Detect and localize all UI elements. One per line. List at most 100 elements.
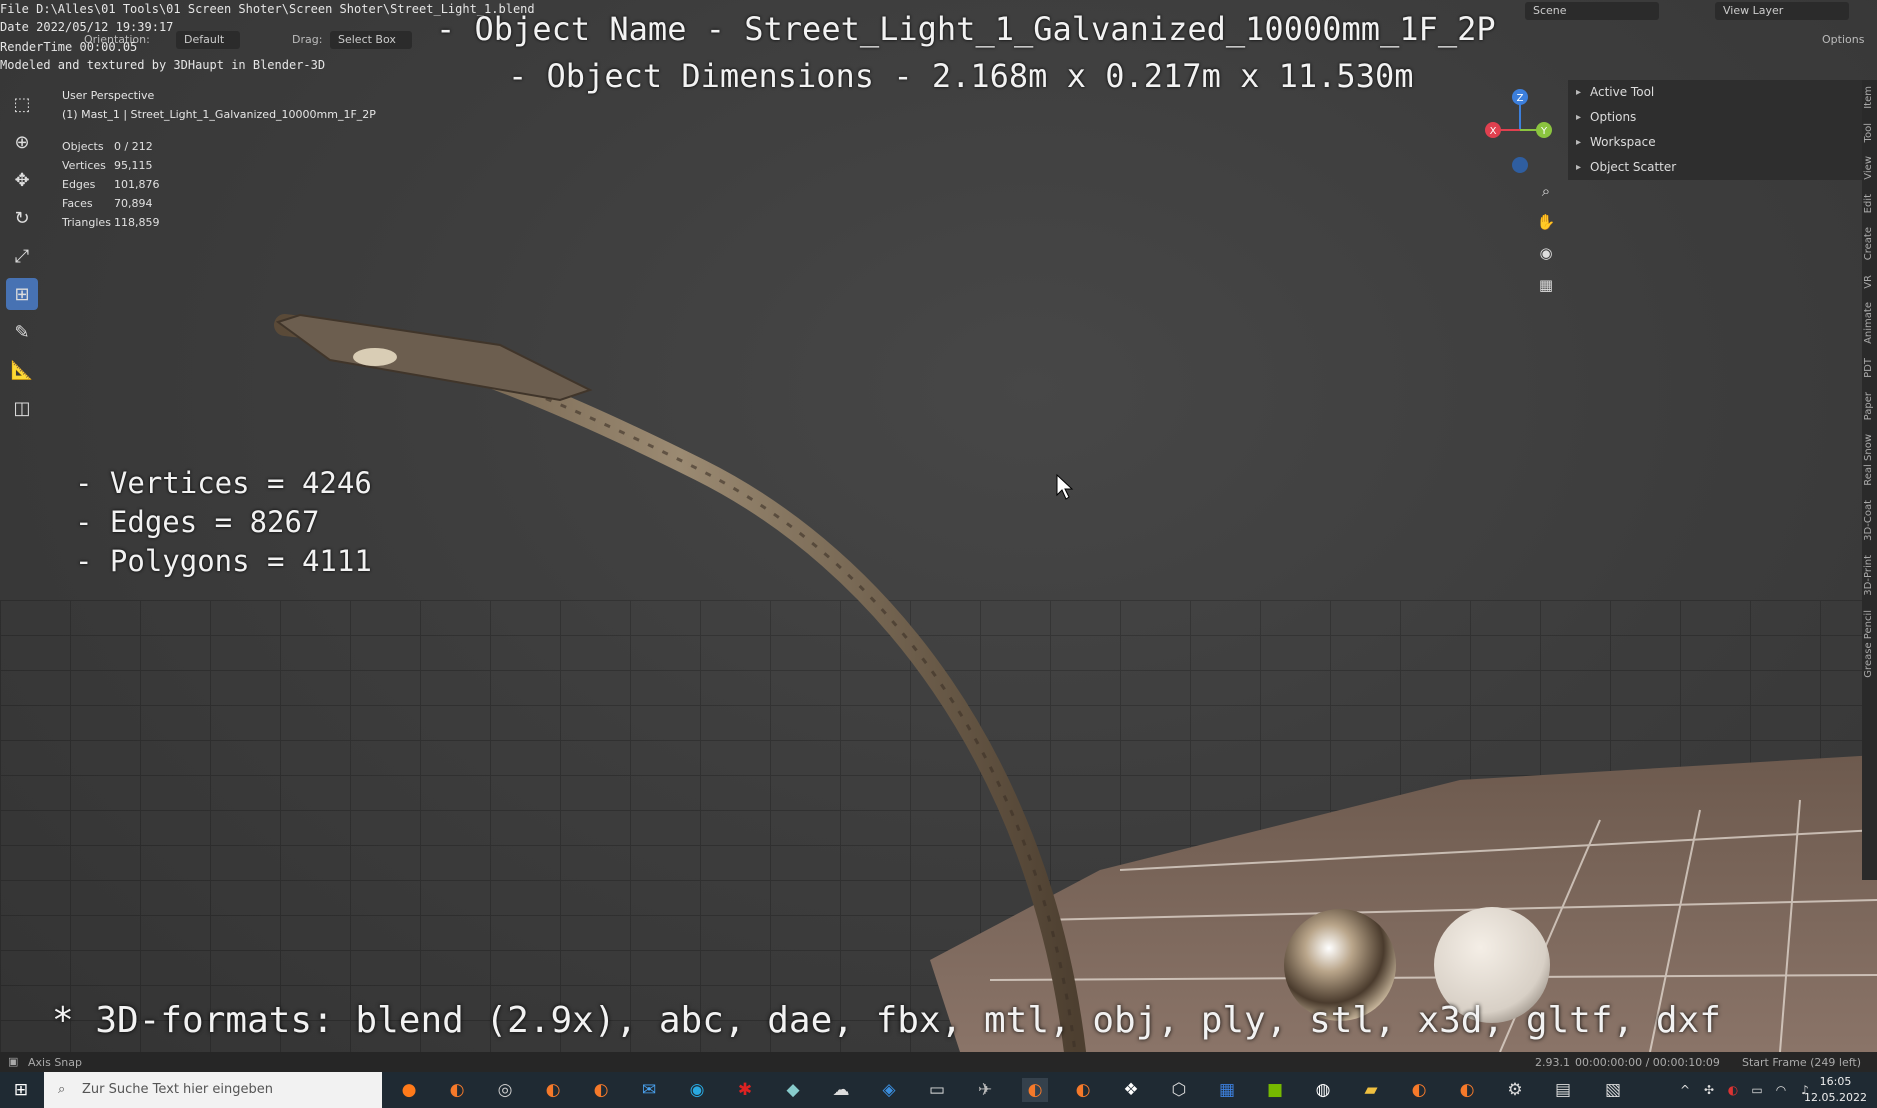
drag-label: Drag: — [292, 33, 323, 46]
tray-chevron-icon[interactable]: ^ — [1672, 1078, 1698, 1102]
3d-viewport[interactable]: File D:\Alles\01 Tools\01 Screen Shoter\… — [0, 0, 1877, 1108]
vtab-vr[interactable]: VR — [1863, 275, 1874, 289]
navigation-gizmo[interactable]: Z X Y — [1475, 85, 1565, 185]
app-icon[interactable]: ✱ — [732, 1078, 758, 1102]
blender-icon[interactable]: ◐ — [588, 1078, 614, 1102]
vtab-3d-print[interactable]: 3D-Print — [1863, 555, 1874, 596]
tray-battery-icon[interactable]: ▭ — [1744, 1078, 1770, 1102]
tray-network-icon[interactable]: ✣ — [1696, 1078, 1722, 1102]
move-icon[interactable]: ✥ — [6, 164, 38, 196]
vtab-view[interactable]: View — [1863, 156, 1874, 180]
app-icon[interactable]: ✈ — [972, 1078, 998, 1102]
camera-icon[interactable]: ◉ — [1533, 240, 1559, 266]
stat-row: Objects 0 / 212 — [62, 140, 153, 153]
taskbar-search-box[interactable]: ⌕ Zur Suche Text hier eingeben — [44, 1072, 382, 1108]
zoom-icon[interactable]: ⌕ — [1533, 178, 1559, 204]
nvidia-icon[interactable]: ■ — [1262, 1078, 1288, 1102]
pan-hand-icon[interactable]: ✋ — [1533, 209, 1559, 235]
stat-row: Vertices 95,115 — [62, 159, 153, 172]
taskbar-clock[interactable]: 16:05 12.05.2022 — [1804, 1074, 1867, 1106]
blender-icon[interactable]: ◐ — [444, 1078, 470, 1102]
scale-icon[interactable]: ⤢ — [6, 240, 38, 272]
blender-icon[interactable]: ◐ — [1070, 1078, 1096, 1102]
add-cube-icon[interactable]: ◫ — [6, 392, 38, 424]
blender-icon[interactable]: ◐ — [1454, 1078, 1480, 1102]
mouse-cursor — [1056, 473, 1074, 500]
app-icon[interactable]: ▧ — [1600, 1078, 1626, 1102]
terminal-icon[interactable]: ▭ — [924, 1078, 950, 1102]
vtab-tool[interactable]: Tool — [1863, 123, 1874, 142]
ortho-grid-icon[interactable]: ▦ — [1533, 272, 1559, 298]
select-box-icon[interactable]: ⬚ — [6, 88, 38, 120]
tray-wifi-icon[interactable]: ◠ — [1768, 1078, 1794, 1102]
search-placeholder: Zur Suche Text hier eingeben — [82, 1082, 273, 1097]
calendar-icon[interactable]: ▦ — [1214, 1078, 1240, 1102]
app-icon[interactable]: ◎ — [492, 1078, 518, 1102]
app-icon[interactable]: ❖ — [1118, 1078, 1144, 1102]
app-icon[interactable]: ◍ — [1310, 1078, 1336, 1102]
settings-icon[interactable]: ⚙ — [1502, 1078, 1528, 1102]
drag-dropdown[interactable]: Select Box — [330, 31, 412, 49]
vtab-edit[interactable]: Edit — [1863, 194, 1874, 213]
panel-active-tool[interactable]: Active Tool — [1568, 80, 1862, 105]
sidebar-tool-panel: Active Tool Options Workspace Object Sca… — [1568, 80, 1862, 180]
polygons-overlay: - Polygons = 4111 — [75, 544, 372, 578]
rotate-icon[interactable]: ↻ — [6, 202, 38, 234]
app-icon[interactable]: ☁ — [828, 1078, 854, 1102]
windows-start-icon[interactable]: ⊞ — [8, 1078, 34, 1102]
app-icon[interactable]: ◆ — [780, 1078, 806, 1102]
app-icon[interactable]: ▤ — [1550, 1078, 1576, 1102]
edge-browser-icon[interactable]: ◉ — [684, 1078, 710, 1102]
formats-overlay: * 3D-formats: blend (2.9x), abc, dae, fb… — [52, 1000, 1721, 1041]
orientation-dropdown[interactable]: Default — [176, 31, 241, 49]
scene-statistics: Objects 0 / 212 Vertices 95,115 Edges 101,8… — [62, 140, 160, 235]
tray-app-icon[interactable]: ◐ — [1720, 1078, 1746, 1102]
edges-overlay: - Edges = 8267 — [75, 505, 320, 539]
vtab-create[interactable]: Create — [1863, 227, 1874, 260]
folder-icon[interactable]: ▰ — [1358, 1078, 1384, 1102]
annotate-icon[interactable]: ✎ — [6, 316, 38, 348]
viewport-perspective: User Perspective — [62, 89, 155, 102]
orientation-label: Orientation: — [84, 33, 150, 46]
options-button[interactable]: Options — [1822, 31, 1864, 49]
object-dimensions-overlay: - Object Dimensions - 2.168m x 0.217m x … — [508, 57, 1414, 95]
scene-selector[interactable]: Scene — [1525, 2, 1659, 20]
blender-active-icon[interactable]: ◐ — [1022, 1078, 1048, 1102]
panel-workspace[interactable]: Workspace — [1568, 130, 1862, 155]
app-icon[interactable]: ◈ — [876, 1078, 902, 1102]
vertices-overlay: - Vertices = 4246 — [75, 466, 372, 500]
vtab-animate[interactable]: Animate — [1863, 302, 1874, 344]
blender-icon[interactable]: ◐ — [1406, 1078, 1432, 1102]
vtab-real-snow[interactable]: Real Snow — [1863, 434, 1874, 486]
object-name-overlay: - Object Name - Street_Light_1_Galvanize… — [436, 10, 1496, 48]
status-bar: ▣ Axis Snap 2.93.1 00:00:00:00 / 00:00:1… — [0, 1052, 1877, 1072]
panel-object-scatter[interactable]: Object Scatter — [1568, 155, 1862, 180]
gizmo-y-label: Y — [1540, 126, 1548, 137]
vtab-3d-coat[interactable]: 3D-Coat — [1863, 500, 1874, 541]
viewport-collection: (1) Mast_1 | Street_Light_1_Galvanized_1… — [62, 108, 376, 121]
stat-row: Triangles 118,859 — [62, 216, 160, 229]
blender-icon[interactable]: ◐ — [540, 1078, 566, 1102]
view-layer-selector[interactable]: View Layer — [1715, 2, 1849, 20]
vtab-item[interactable]: Item — [1863, 86, 1874, 109]
tool-shelf: ⬚ ⊕ ✥ ↻ ⤢ ⊞ ✎ 📐 ◫ — [6, 88, 42, 430]
cube-icon[interactable]: ⬡ — [1166, 1078, 1192, 1102]
cursor-icon[interactable]: ⊕ — [6, 126, 38, 158]
vtab-grease-pencil[interactable]: Grease Pencil — [1863, 610, 1874, 678]
vtab-pdt[interactable]: PDT — [1863, 358, 1874, 378]
measure-icon[interactable]: 📐 — [6, 354, 38, 386]
panel-options[interactable]: Options — [1568, 105, 1862, 130]
clock-date: 12.05.2022 — [1804, 1091, 1867, 1104]
clock-time: 16:05 — [1819, 1075, 1852, 1088]
lamp-head — [275, 313, 593, 402]
transform-icon[interactable]: ⊞ — [6, 278, 38, 310]
sidebar-vertical-tabs: Item Tool View Edit Create VR Animate PD… — [1862, 80, 1877, 880]
firefox-icon[interactable]: ● — [396, 1078, 422, 1102]
status-frame: Start Frame (249 left) — [1742, 1056, 1862, 1069]
gizmo-z-label: Z — [1517, 93, 1524, 104]
credit-text: Modeled and textured by 3DHaupt in Blend… — [0, 58, 326, 72]
status-timecode: 00:00:00:00 / 00:00:10:09 — [1575, 1056, 1720, 1069]
mail-icon[interactable]: ✉ — [636, 1078, 662, 1102]
stat-row: Faces 70,894 — [62, 197, 153, 210]
vtab-paper[interactable]: Paper — [1863, 392, 1874, 420]
